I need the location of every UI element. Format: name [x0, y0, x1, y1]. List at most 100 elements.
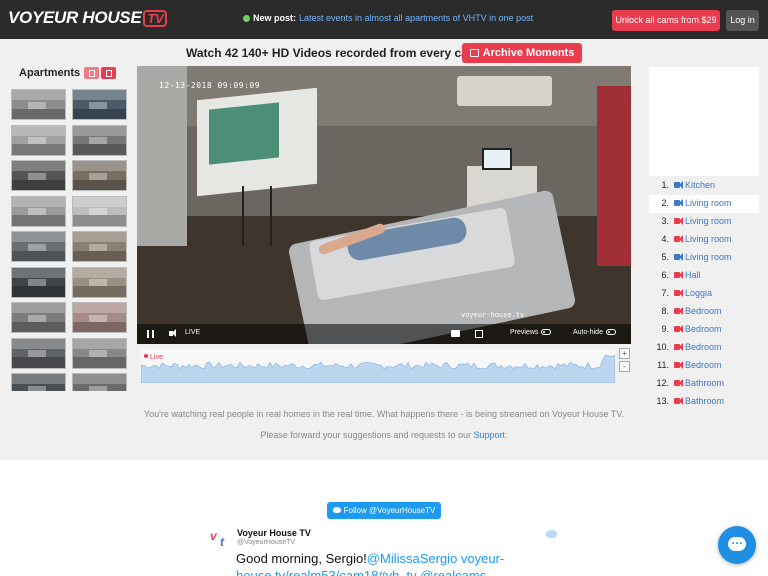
- camera-list-item[interactable]: 4. Living room: [649, 231, 759, 249]
- camera-number: 8.: [661, 306, 669, 316]
- apartment-thumbnail[interactable]: [72, 302, 127, 333]
- camera-label: Bedroom: [685, 360, 722, 370]
- camera-label: Bedroom: [685, 306, 722, 316]
- film-icon: [469, 49, 479, 57]
- previews-toggle[interactable]: Previews: [510, 329, 552, 336]
- camera-number: 7.: [661, 288, 669, 298]
- apartment-thumbnail[interactable]: [72, 160, 127, 191]
- video-camera-icon: [674, 325, 683, 333]
- list-view-icon[interactable]: [101, 67, 116, 79]
- apartment-thumbnail[interactable]: [11, 337, 66, 369]
- video-camera-icon: [674, 397, 683, 405]
- volume-icon[interactable]: [169, 329, 176, 337]
- video-player[interactable]: 12-13-2018 09:09:09 voyeur-house.tv LIVE…: [137, 66, 631, 344]
- apartment-thumbnail[interactable]: [11, 195, 66, 227]
- camera-list: 1. Kitchen 2. Living room 3. Living room 4. Liv…: [649, 177, 759, 411]
- camera-label: Living room: [685, 252, 732, 262]
- previews-label: Previews: [510, 329, 539, 336]
- apartment-thumbnail[interactable]: [72, 231, 127, 262]
- video-watermark: voyeur-house.tv: [461, 311, 525, 319]
- camera-list-item[interactable]: 11. Bedroom: [649, 357, 759, 375]
- timeline-zoom-out-button[interactable]: -: [619, 361, 630, 372]
- login-button[interactable]: Log in: [726, 10, 759, 31]
- grid-view-icon[interactable]: [84, 67, 99, 79]
- camera-list-item[interactable]: 2. Living room: [649, 195, 759, 213]
- timeline-live-tag: Live: [144, 354, 163, 361]
- camera-number: 10.: [656, 342, 669, 352]
- camera-list-item[interactable]: 5. Living room: [649, 249, 759, 267]
- archive-moments-button[interactable]: Archive Moments: [462, 43, 582, 63]
- video-camera-icon: [674, 181, 683, 189]
- camera-list-item[interactable]: 13. Bathroom: [649, 393, 759, 411]
- twitter-follow-button[interactable]: Follow @VoyeurHouseTV: [327, 502, 441, 519]
- camera-number: 11.: [657, 360, 669, 370]
- camera-list-item[interactable]: 12. Bathroom: [649, 375, 759, 393]
- camera-label: Kitchen: [685, 180, 716, 190]
- apartment-thumbnail[interactable]: [72, 89, 127, 120]
- camera-label: Hall: [685, 270, 701, 280]
- site-logo[interactable]: VOYEUR HOUSE TV: [8, 8, 168, 28]
- apartment-thumbnail[interactable]: [11, 160, 66, 191]
- activity-waveform: [141, 354, 615, 383]
- apartment-thumbnail[interactable]: [11, 266, 66, 298]
- twitter-logo-icon: [546, 530, 557, 538]
- live-dot-icon: [243, 15, 250, 22]
- apartments-title: Apartments: [19, 67, 81, 79]
- tweet-mention[interactable]: @MilissaSergio: [367, 551, 458, 566]
- follow-label: Follow @VoyeurHouseTV: [343, 506, 436, 515]
- chat-button[interactable]: [718, 526, 756, 564]
- apartment-thumbnail[interactable]: [72, 337, 127, 369]
- video-camera-icon: [674, 379, 683, 387]
- pause-icon[interactable]: [147, 330, 154, 338]
- unlock-cams-button[interactable]: Unlock all cams from $29: [612, 10, 720, 31]
- apartment-thumbnail[interactable]: [11, 89, 66, 120]
- camera-list-item[interactable]: 3. Living room: [649, 213, 759, 231]
- twitter-account-name[interactable]: Voyeur House TV: [237, 528, 311, 538]
- tweet-text: Good morning, Sergio!@MilissaSergio voye…: [236, 550, 536, 576]
- camera-label: Bathroom: [685, 378, 725, 388]
- quality-icon[interactable]: [451, 330, 460, 337]
- apartment-thumbnail[interactable]: [72, 124, 127, 156]
- activity-timeline[interactable]: Live: [141, 349, 615, 383]
- camera-list-item[interactable]: 10. Bedroom: [649, 339, 759, 357]
- apartment-thumbnail[interactable]: [72, 195, 127, 227]
- support-prefix: Please forward your suggestions and requ…: [260, 430, 474, 440]
- news-label: New post:: [253, 13, 297, 23]
- apartment-thumbnail[interactable]: [11, 302, 66, 333]
- chat-bubble-icon: [728, 533, 746, 551]
- tweet-greeting: Good morning, Sergio!: [236, 551, 367, 566]
- camera-label: Living room: [685, 198, 732, 208]
- support-link[interactable]: Support: [474, 430, 506, 440]
- apartment-thumbnail[interactable]: [11, 373, 66, 391]
- camera-list-item[interactable]: 8. Bedroom: [649, 303, 759, 321]
- camera-list-item[interactable]: 7. Loggia: [649, 285, 759, 303]
- camera-list-item[interactable]: 6. Hall: [649, 267, 759, 285]
- timeline-zoom-in-button[interactable]: +: [619, 348, 630, 359]
- fullscreen-icon[interactable]: [475, 330, 483, 338]
- twitter-avatar[interactable]: vt: [210, 527, 232, 549]
- top-header: VOYEUR HOUSE TV New post: Latest events in…: [0, 0, 768, 39]
- camera-number: 12.: [656, 378, 669, 388]
- support-suffix: .: [505, 430, 508, 440]
- apartment-thumbnail[interactable]: [11, 124, 66, 156]
- apartment-thumbnail[interactable]: [11, 231, 66, 262]
- autohide-toggle[interactable]: Auto-hide: [573, 329, 616, 336]
- camera-label: Bedroom: [685, 342, 722, 352]
- video-camera-icon: [674, 289, 683, 297]
- news-link[interactable]: Latest events in almost all apartments o…: [299, 13, 533, 23]
- camera-list-item[interactable]: 1. Kitchen: [649, 177, 759, 195]
- camera-number: 3.: [661, 216, 669, 226]
- logo-tv-mark: TV: [143, 10, 168, 27]
- video-controls: LIVE Previews Auto-hide: [137, 324, 631, 344]
- video-camera-icon: [674, 235, 683, 243]
- autohide-label: Auto-hide: [573, 329, 603, 336]
- twitter-handle[interactable]: @VoyeurHouseTV: [237, 539, 295, 546]
- archive-label: Archive Moments: [482, 47, 575, 59]
- apartment-thumbnail[interactable]: [72, 266, 127, 298]
- twitter-bird-icon: [332, 507, 341, 513]
- apartment-thumbnail[interactable]: [72, 373, 127, 391]
- camera-list-item[interactable]: 9. Bedroom: [649, 321, 759, 339]
- camera-number: 13.: [656, 396, 669, 406]
- live-indicator: LIVE: [185, 329, 201, 336]
- camera-number: 9.: [661, 324, 669, 334]
